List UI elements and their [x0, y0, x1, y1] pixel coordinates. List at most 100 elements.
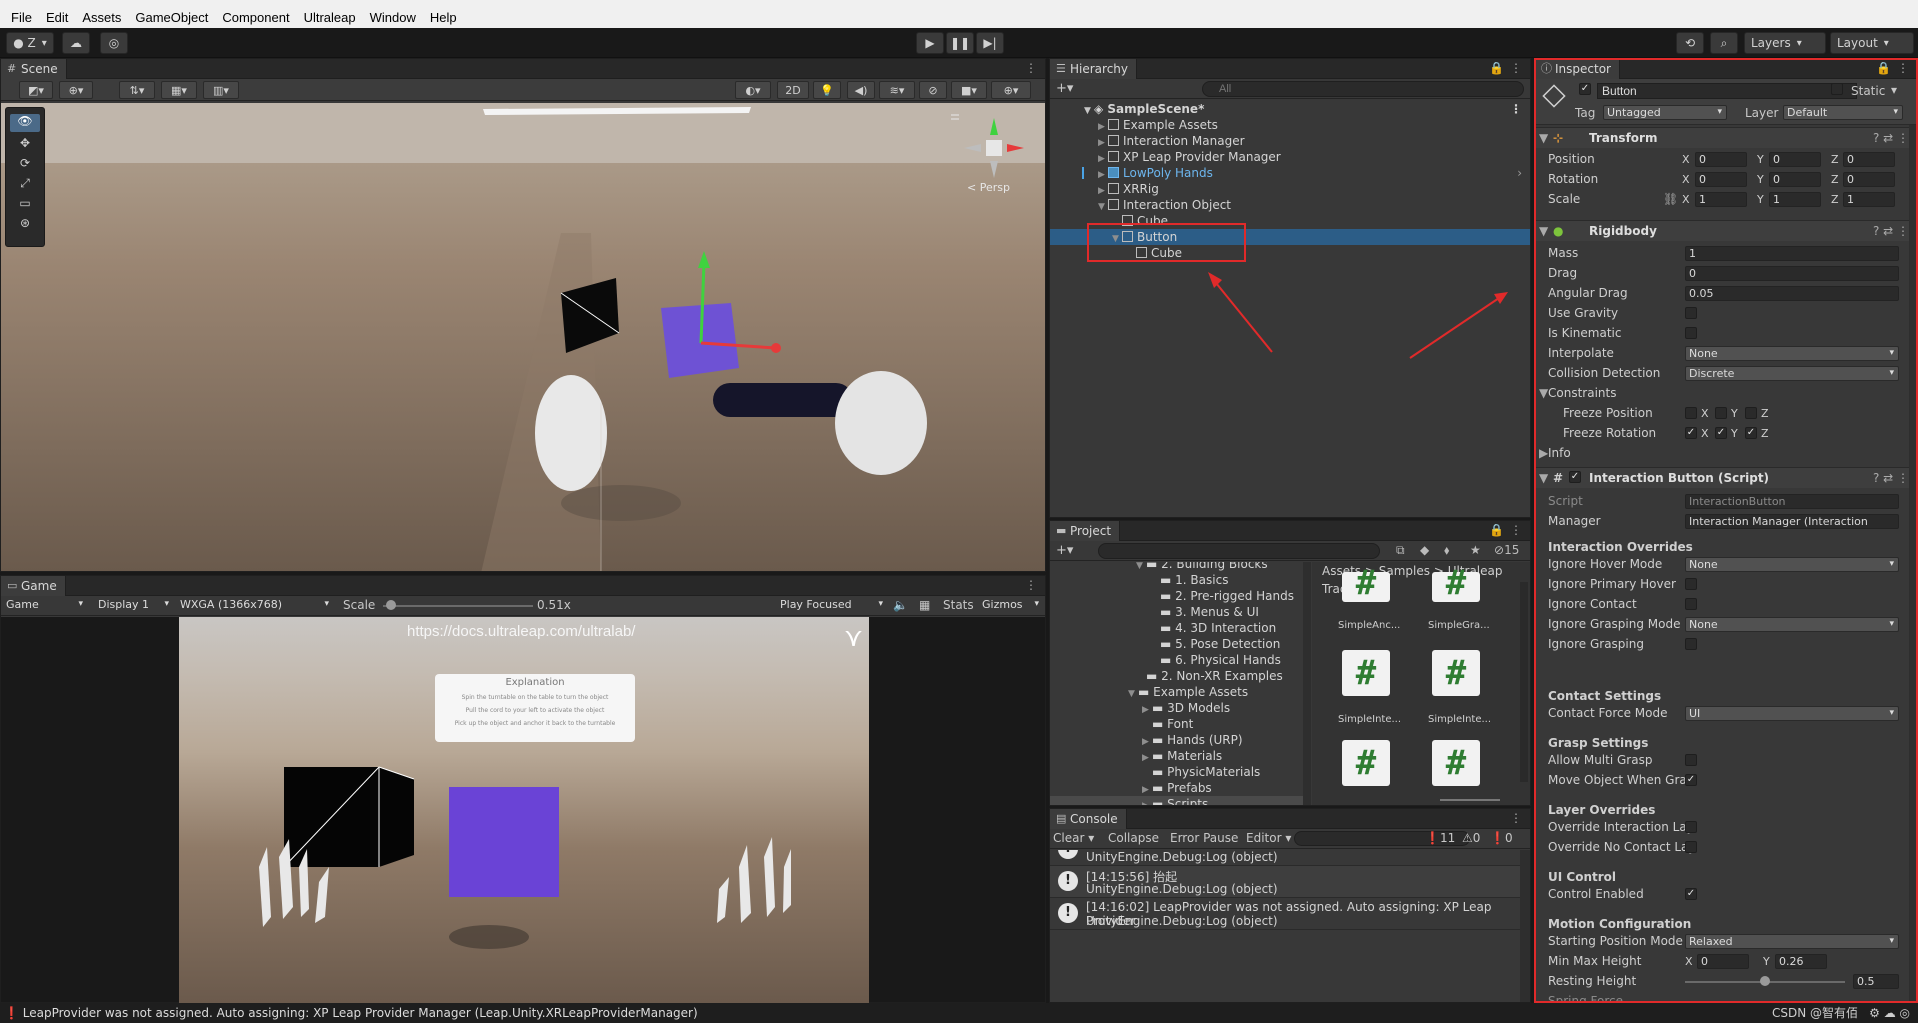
folder-row[interactable]: ▬ 2. Pre-rigged Hands: [1050, 588, 1310, 604]
tab-scene[interactable]: # Scene: [1, 59, 67, 79]
scale-slider-handle[interactable]: [385, 600, 396, 610]
hidden-count-icon[interactable]: ⊘15: [1494, 543, 1519, 557]
script-asset-icon[interactable]: #: [1432, 650, 1480, 696]
cloud-icon[interactable]: ☁: [62, 32, 90, 54]
play-focused-dropdown[interactable]: Play Focused: [777, 598, 887, 613]
add-icon[interactable]: +▾: [1056, 81, 1073, 96]
orientation-gizmo[interactable]: [959, 113, 1029, 183]
hidden-icon[interactable]: ⊘: [919, 81, 947, 99]
tree-row[interactable]: ▶ LowPoly Hands ›: [1050, 165, 1530, 181]
folder-row[interactable]: ▬ PhysicMaterials: [1050, 764, 1310, 780]
log-count-button[interactable]: ❗11: [1425, 829, 1455, 847]
game-view-dropdown[interactable]: Game: [3, 598, 87, 613]
tab-game[interactable]: ▭ Game: [1, 576, 66, 596]
script-asset-icon[interactable]: #: [1342, 740, 1390, 786]
tree-row-scene[interactable]: ▼ ◈ SampleScene* ⋮: [1050, 101, 1530, 117]
more-icon[interactable]: ⋮: [1510, 101, 1522, 117]
move-tool-icon[interactable]: ✥: [10, 136, 40, 154]
rect-tool-icon[interactable]: ▭: [10, 196, 40, 214]
tree-row[interactable]: ▶ Example Assets: [1050, 117, 1530, 133]
status-text[interactable]: LeapProvider was not assigned. Auto assi…: [23, 1006, 698, 1020]
effects-icon[interactable]: ≋▾: [879, 81, 915, 99]
mode-2d-button[interactable]: 2D: [777, 81, 809, 99]
folder-row[interactable]: ▬ 5. Pose Detection: [1050, 636, 1310, 652]
icon-size-slider[interactable]: [1440, 799, 1500, 801]
folder-row[interactable]: ▬ Font: [1050, 716, 1310, 732]
folder-row[interactable]: ▶ ▬ Hands (URP): [1050, 732, 1310, 748]
lock-icon[interactable]: 🔒: [1489, 61, 1504, 75]
lock-icon[interactable]: 🔒: [1489, 523, 1504, 537]
step-icon[interactable]: ▶|: [976, 32, 1004, 54]
scale-slider-track[interactable]: [383, 605, 533, 607]
folder-row[interactable]: ▬ 1. Basics: [1050, 572, 1310, 588]
more-icon[interactable]: ⋮: [1510, 61, 1522, 75]
audio-icon[interactable]: ◀): [847, 81, 875, 99]
game-viewport[interactable]: https://docs.ultraleap.com/ultralab/ ⋎ E…: [179, 617, 869, 1003]
rotate-tool-icon[interactable]: ⟳: [10, 156, 40, 174]
folder-row[interactable]: ▬ 2. Non-XR Examples: [1050, 668, 1310, 684]
more-icon[interactable]: ⋮: [1510, 811, 1522, 825]
play-icon[interactable]: ▶: [916, 32, 944, 54]
folder-row[interactable]: ▼ ▬ Example Assets: [1050, 684, 1310, 700]
menu-help[interactable]: Help: [423, 10, 464, 25]
global-icon[interactable]: ⊕▾: [59, 81, 93, 99]
tree-row[interactable]: ▶ XRRig: [1050, 181, 1530, 197]
star-icon[interactable]: ★: [1470, 543, 1481, 557]
scene-viewport[interactable]: < Persp 👁 ✥ ⟳ ⤢ ▭ ⊛: [1, 103, 1045, 571]
warn-count-button[interactable]: ⚠0: [1462, 829, 1480, 847]
stats-button[interactable]: Stats: [943, 598, 974, 612]
filter-type-icon[interactable]: ⧉: [1396, 543, 1405, 558]
gizmos-icon[interactable]: ⊕▾: [991, 81, 1031, 99]
add-icon[interactable]: +▾: [1056, 543, 1073, 558]
folder-row[interactable]: ▬ 6. Physical Hands: [1050, 652, 1310, 668]
menu-ultraleap[interactable]: Ultraleap: [297, 10, 363, 25]
scale-tool-icon[interactable]: ⤢: [10, 176, 40, 194]
more-icon[interactable]: ⋮: [1510, 523, 1522, 537]
folder-row[interactable]: ▶ ▬ Prefabs: [1050, 780, 1310, 796]
console-scrollbar[interactable]: [1520, 850, 1530, 1002]
layers-dropdown[interactable]: Layers: [1744, 32, 1826, 54]
menu-window[interactable]: Window: [363, 10, 423, 25]
chevron-right-icon[interactable]: ›: [1517, 165, 1522, 181]
tab-hierarchy[interactable]: ☰ Hierarchy: [1050, 59, 1138, 79]
increment-icon[interactable]: ▥▾: [203, 81, 239, 99]
grid-snap-icon[interactable]: ▦▾: [161, 81, 197, 99]
log-entry[interactable]: ! [14:15:56] 抬起 UnityEngine.Debug:Log (obj…: [1050, 866, 1520, 898]
assets-scrollbar[interactable]: [1520, 582, 1528, 782]
script-asset-icon[interactable]: #: [1432, 566, 1480, 602]
status-icons[interactable]: ⚙ ☁ ◎: [1869, 1003, 1910, 1023]
camera-icon[interactable]: ■▾: [951, 81, 987, 99]
filter-label-icon[interactable]: ◆: [1420, 543, 1429, 557]
tag-icon[interactable]: ⬧: [1444, 543, 1449, 558]
collapse-button[interactable]: Collapse: [1108, 829, 1159, 847]
script-asset-icon[interactable]: #: [1342, 566, 1390, 602]
more-icon[interactable]: ⋮: [1025, 61, 1037, 75]
project-search-input[interactable]: [1098, 543, 1380, 559]
collab-icon[interactable]: ◎: [100, 32, 128, 54]
view-tool-icon[interactable]: 👁: [10, 114, 40, 132]
tree-row[interactable]: ▶ XP Leap Provider Manager: [1050, 149, 1530, 165]
folder-row[interactable]: ▶ ▬ 3D Models: [1050, 700, 1310, 716]
editor-dropdown[interactable]: Editor ▾: [1246, 829, 1291, 847]
log-entry[interactable]: ! UnityEngine.Debug:Log (object): [1050, 850, 1520, 866]
log-entry[interactable]: ! [14:16:02] LeapProvider was not assigne…: [1050, 898, 1520, 930]
snap-icon[interactable]: ⇅▾: [119, 81, 155, 99]
display-dropdown[interactable]: Display 1: [95, 598, 173, 613]
error-pause-button[interactable]: Error Pause: [1170, 829, 1238, 847]
mute-icon[interactable]: 🔈: [893, 598, 908, 612]
menu-file[interactable]: File: [4, 10, 39, 25]
error-count-button[interactable]: ❗0: [1490, 829, 1513, 847]
folder-row-selected[interactable]: ▶▬ Scripts: [1050, 796, 1310, 805]
folder-row[interactable]: ▬ 4. 3D Interaction: [1050, 620, 1310, 636]
menu-edit[interactable]: Edit: [39, 10, 75, 25]
tab-project[interactable]: ▬ Project: [1050, 521, 1121, 541]
layout-dropdown[interactable]: Layout: [1830, 32, 1914, 54]
account-button[interactable]: ● Z: [6, 32, 54, 54]
draw-mode-icon[interactable]: ◩▾: [19, 81, 53, 99]
tab-console[interactable]: ▤ Console: [1050, 809, 1127, 829]
folder-row[interactable]: ▶ ▬ Materials: [1050, 748, 1310, 764]
gizmos-dropdown[interactable]: Gizmos: [979, 598, 1043, 613]
folder-row[interactable]: ▬ 3. Menus & UI: [1050, 604, 1310, 620]
script-asset-icon[interactable]: #: [1432, 740, 1480, 786]
transform-tool-icon[interactable]: ⊛: [10, 216, 40, 234]
